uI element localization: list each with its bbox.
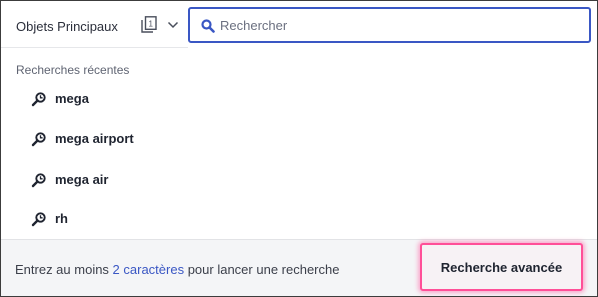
- scope-selector-label[interactable]: Objets Principaux: [16, 19, 118, 34]
- history-search-icon: [31, 132, 46, 147]
- object-type-icon[interactable]: 1: [141, 16, 157, 33]
- recent-search-label: mega airport: [55, 131, 134, 146]
- recent-search-item[interactable]: mega air: [1, 162, 597, 198]
- hint-prefix: Entrez au moins: [15, 262, 113, 277]
- advanced-search-highlight: Recherche avancée: [420, 243, 583, 291]
- recent-search-item[interactable]: mega airport: [1, 121, 597, 157]
- hint-suffix: pour lancer une recherche: [184, 262, 340, 277]
- chevron-down-icon[interactable]: [167, 21, 179, 29]
- search-field[interactable]: [188, 7, 591, 43]
- search-panel: Objets Principaux 1 Recherches récentes …: [0, 0, 598, 297]
- history-search-icon: [31, 173, 46, 188]
- search-header: Objets Principaux 1: [1, 1, 597, 47]
- recent-search-label: rh: [55, 211, 68, 226]
- recent-searches-title: Recherches récentes: [16, 63, 130, 77]
- header-divider: [1, 47, 188, 48]
- svg-text:1: 1: [148, 20, 153, 29]
- min-characters-hint: Entrez au moins 2 caractères pour lancer…: [15, 262, 339, 277]
- history-search-icon: [31, 92, 46, 107]
- recent-search-item[interactable]: rh: [1, 201, 597, 237]
- history-search-icon: [31, 212, 46, 227]
- search-footer: Entrez au moins 2 caractères pour lancer…: [1, 239, 597, 296]
- search-icon: [201, 19, 215, 33]
- recent-search-label: mega: [55, 91, 89, 106]
- advanced-search-button[interactable]: Recherche avancée: [428, 251, 575, 283]
- search-input[interactable]: [220, 9, 580, 41]
- recent-search-item[interactable]: mega: [1, 81, 597, 117]
- recent-search-label: mega air: [55, 172, 109, 187]
- hint-characters-link: 2 caractères: [112, 262, 185, 277]
